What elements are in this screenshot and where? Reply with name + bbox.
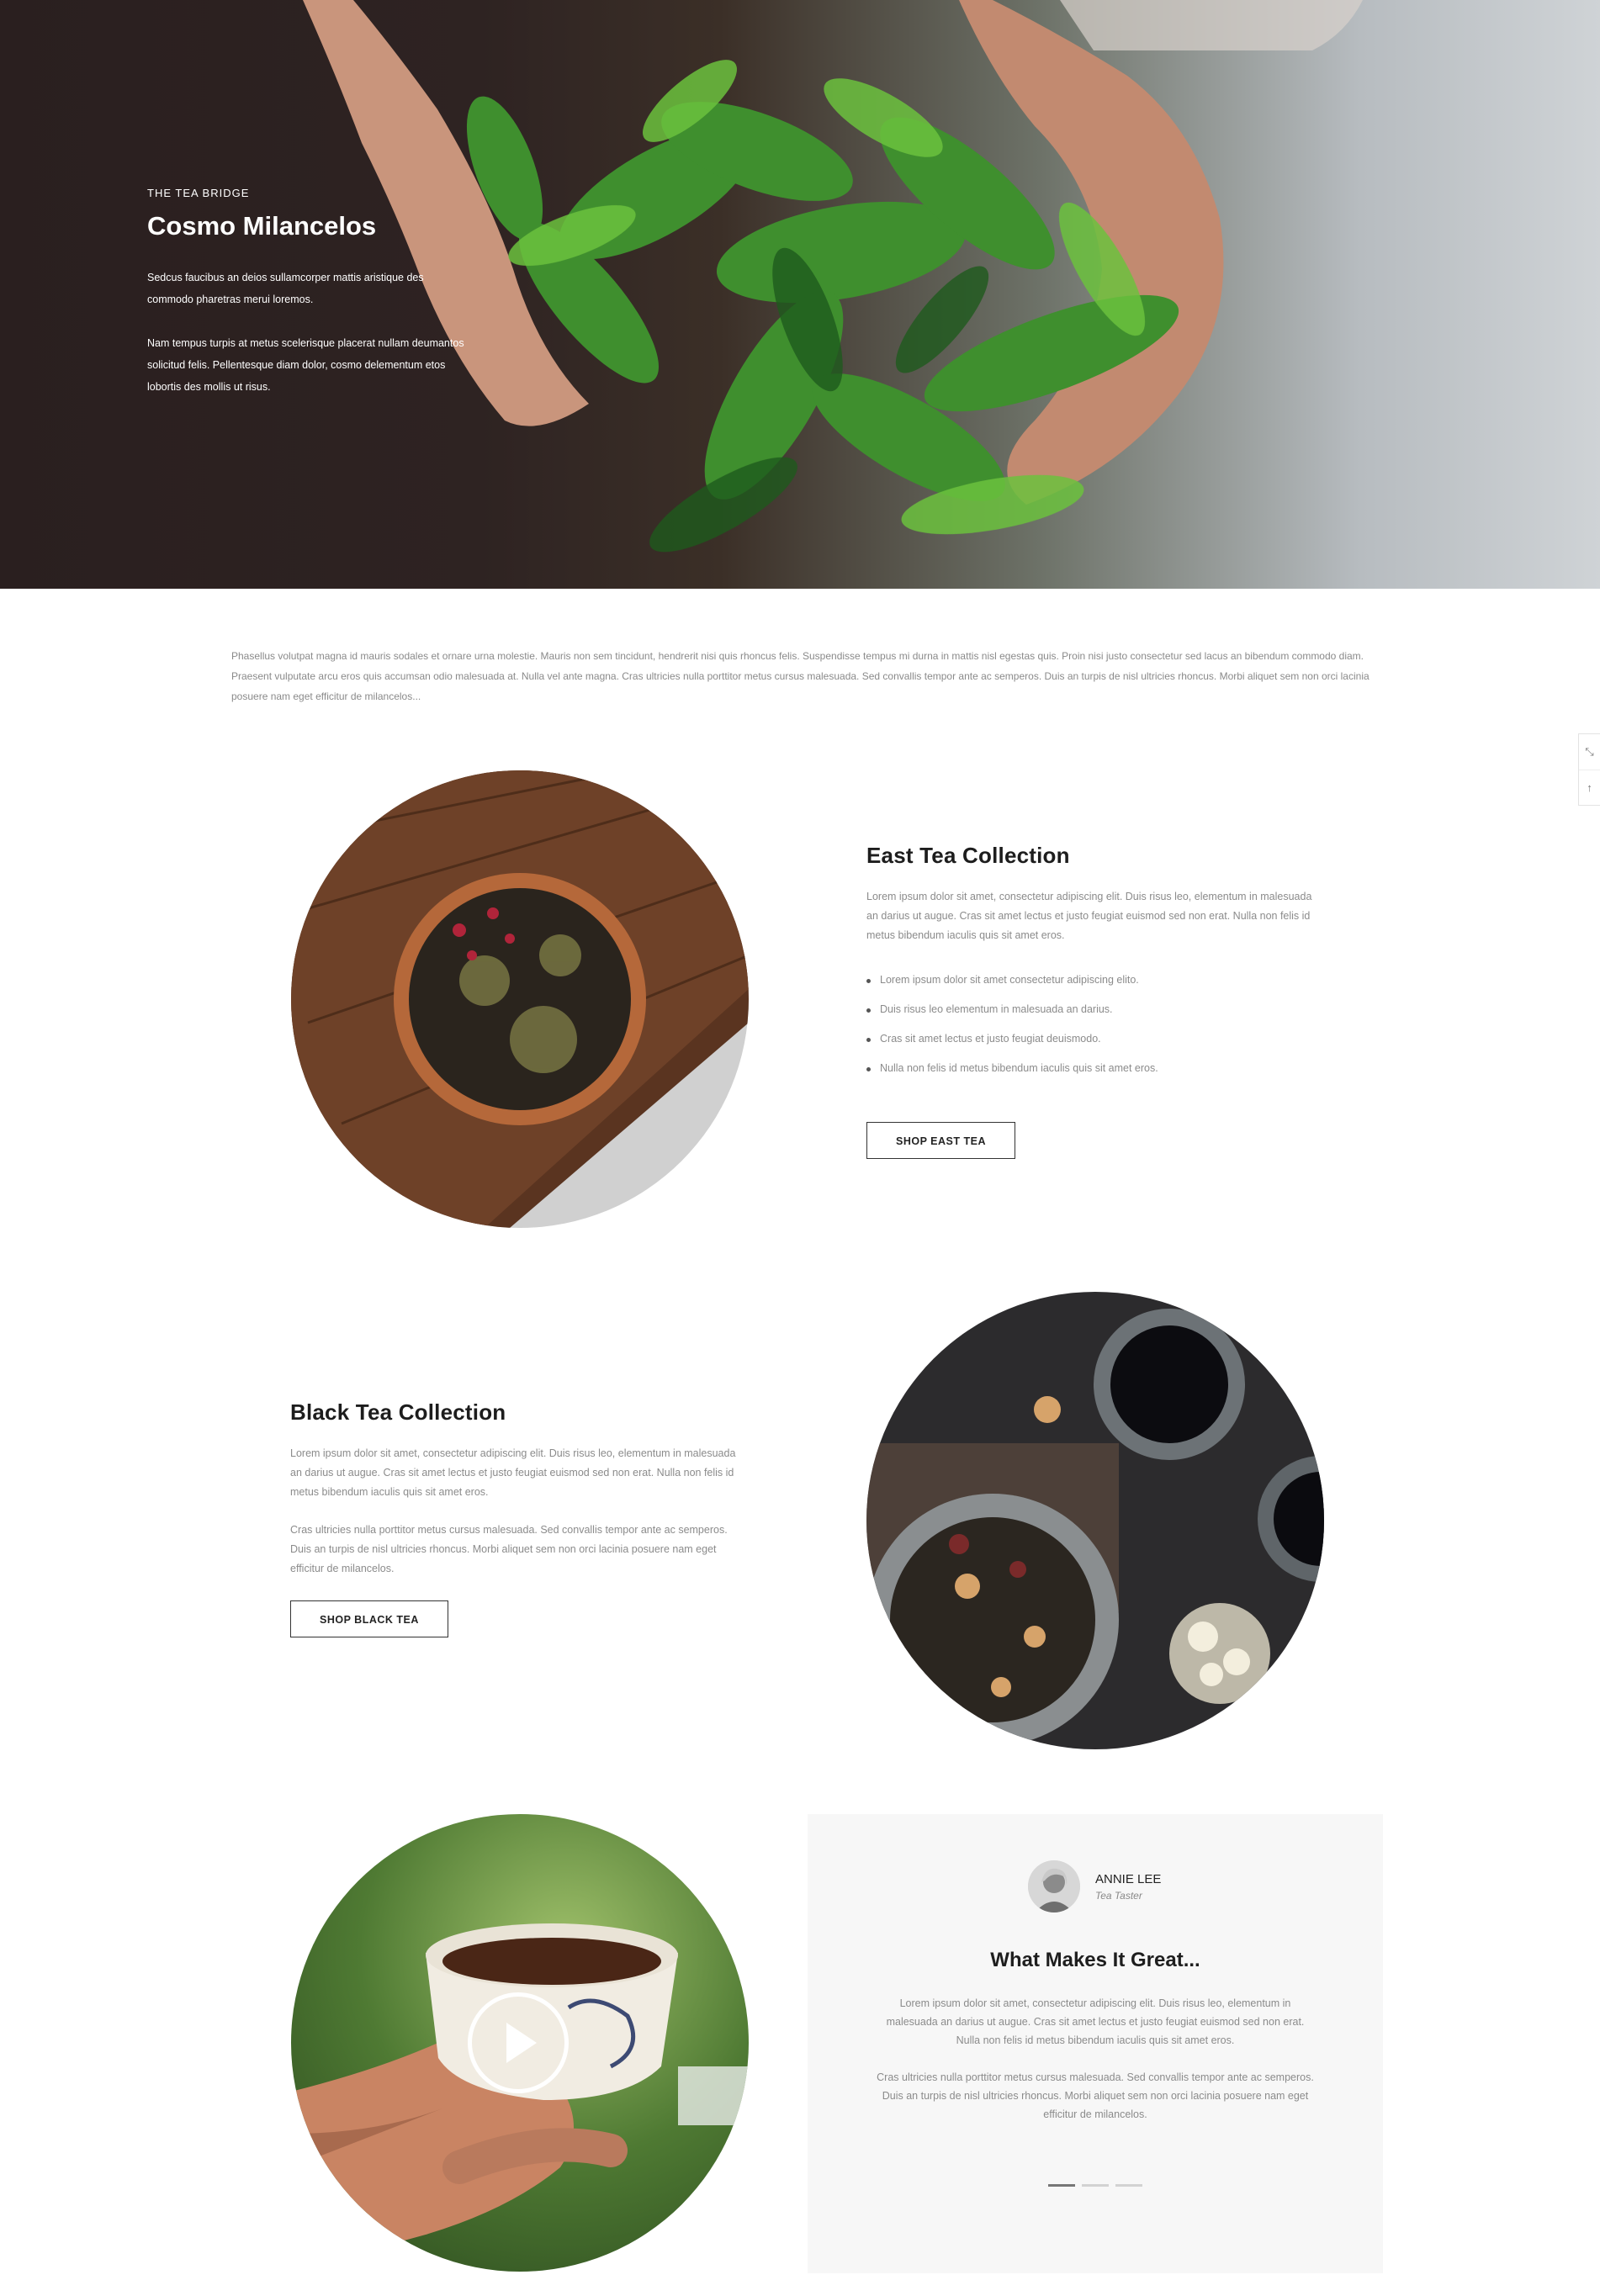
- carousel-dot[interactable]: [1115, 2184, 1142, 2187]
- testimonial-card: ANNIE LEE Tea Taster What Makes It Great…: [808, 1814, 1383, 2273]
- carousel-dot[interactable]: [1048, 2184, 1075, 2187]
- hero-title: Cosmo Milancelos: [147, 211, 377, 241]
- testimonial-paragraph: Cras ultricies nulla porttitor metus cur…: [877, 2071, 1314, 2120]
- scroll-top-icon[interactable]: ↑: [1579, 770, 1600, 805]
- east-tea-title: East Tea Collection: [866, 843, 1070, 868]
- side-toolbar: ⤡ ↑: [1578, 733, 1600, 806]
- east-tea-image: [291, 770, 749, 1228]
- list-item: Nulla non felis id metus bibendum iaculi…: [866, 1062, 1321, 1092]
- expand-icon[interactable]: ⤡: [1579, 734, 1600, 770]
- list-item: Duis risus leo elementum in malesuada an…: [866, 1003, 1321, 1033]
- east-tea-section: East Tea Collection Lorem ipsum dolor si…: [866, 843, 1321, 1159]
- author-name: ANNIE LEE: [1095, 1871, 1162, 1886]
- testimonial-author: ANNIE LEE Tea Taster: [1028, 1860, 1161, 1912]
- hero-eyebrow: THE TEA BRIDGE: [147, 187, 250, 199]
- carousel-dot[interactable]: [1082, 2184, 1109, 2187]
- testimonial-paragraph: Lorem ipsum dolor sit amet, consectetur …: [886, 1997, 1305, 2046]
- east-tea-bullets: Lorem ipsum dolor sit amet consectetur a…: [866, 974, 1321, 1092]
- shop-black-tea-button[interactable]: SHOP BLACK TEA: [290, 1600, 448, 1637]
- testimonial-title: What Makes It Great...: [990, 1949, 1200, 1971]
- black-tea-image: [866, 1292, 1324, 1749]
- hero-paragraph: Nam tempus turpis at metus scelerisque p…: [147, 337, 464, 393]
- black-tea-paragraph: Cras ultricies nulla porttitor metus cur…: [290, 1524, 728, 1574]
- intro-paragraph: Phasellus volutpat magna id mauris sodal…: [231, 650, 1370, 702]
- author-role: Tea Taster: [1095, 1889, 1142, 1902]
- black-tea-section: Black Tea Collection Lorem ipsum dolor s…: [290, 1399, 744, 1637]
- list-item: Lorem ipsum dolor sit amet consectetur a…: [866, 974, 1321, 1003]
- play-icon[interactable]: [468, 1992, 569, 2093]
- avatar: [1028, 1860, 1080, 1912]
- hero-text: THE TEA BRIDGE Cosmo Milancelos Sedcus f…: [147, 187, 467, 420]
- carousel-dots: [1048, 2184, 1142, 2187]
- east-tea-paragraph: Lorem ipsum dolor sit amet, consectetur …: [866, 891, 1312, 941]
- shop-east-tea-button[interactable]: SHOP EAST TEA: [866, 1122, 1015, 1159]
- hero-paragraph: Sedcus faucibus an deios sullamcorper ma…: [147, 272, 424, 305]
- hero-banner: THE TEA BRIDGE Cosmo Milancelos Sedcus f…: [0, 0, 1600, 589]
- list-item: Cras sit amet lectus et justo feugiat de…: [866, 1033, 1321, 1062]
- black-tea-title: Black Tea Collection: [290, 1399, 506, 1425]
- play-triangle: [506, 2023, 537, 2063]
- black-tea-paragraph: Lorem ipsum dolor sit amet, consectetur …: [290, 1447, 736, 1498]
